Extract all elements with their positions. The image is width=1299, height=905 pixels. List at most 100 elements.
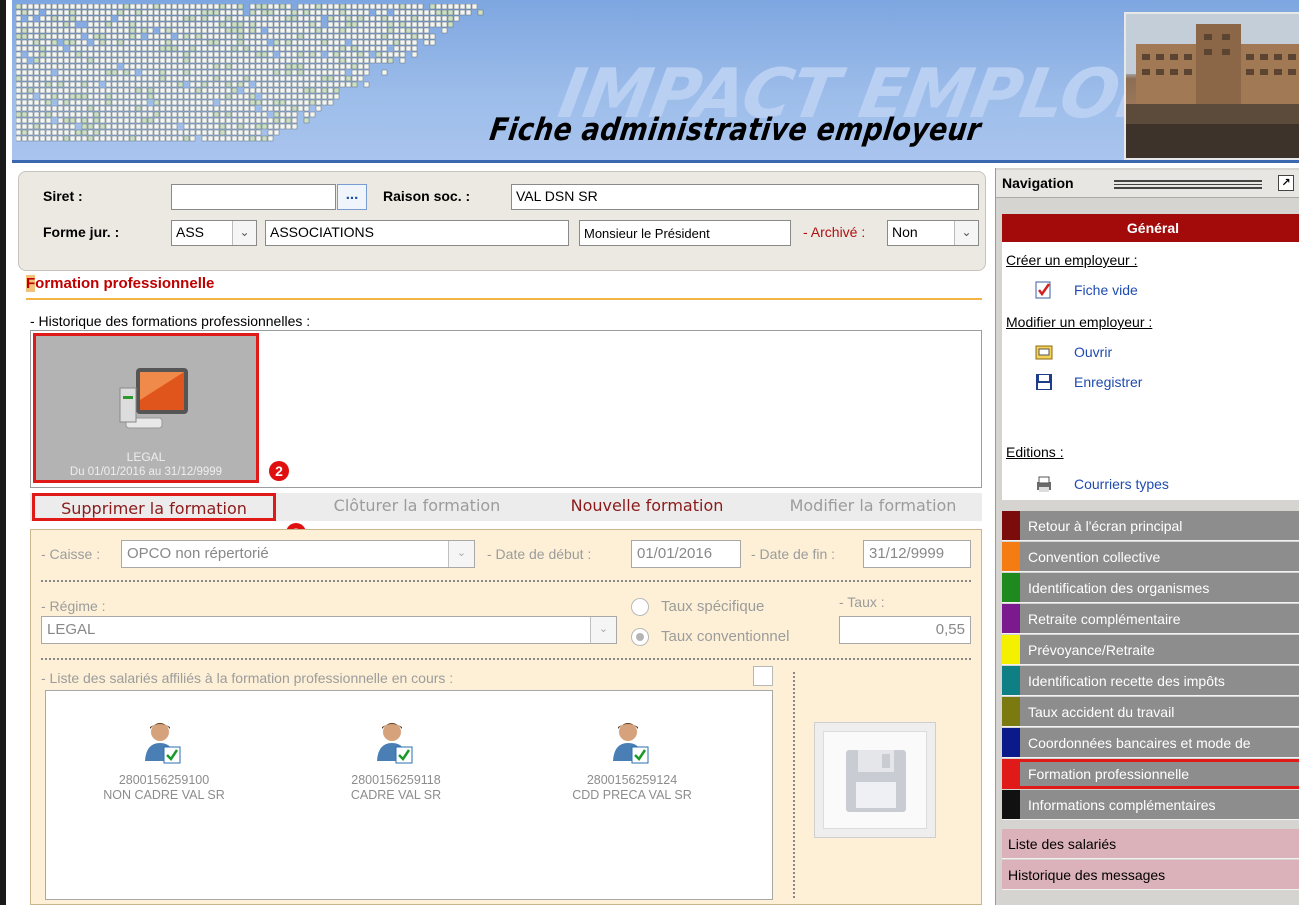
date-debut-input[interactable]: 01/01/2016	[631, 540, 741, 568]
color-swatch	[1002, 604, 1020, 633]
raison-label: Raison soc. :	[383, 188, 471, 204]
forme-label-input[interactable]: ASSOCIATIONS	[265, 220, 569, 246]
save-icon	[1036, 374, 1052, 390]
nav-item-label: Identification des organismes	[1028, 580, 1210, 596]
fiche-vide-link[interactable]: Fiche vide	[1074, 282, 1138, 298]
taux-specifique-radio[interactable]	[631, 598, 649, 616]
color-swatch	[1002, 635, 1020, 664]
enregistrer-link[interactable]: Enregistrer	[1074, 374, 1142, 390]
pin-icon[interactable]: ↗	[1278, 175, 1294, 191]
create-employer-label: Créer un employeur :	[1006, 252, 1138, 268]
delete-formation-button[interactable]: Supprimer la formation	[32, 493, 276, 521]
nav-item-label: Retour à l'écran principal	[1028, 518, 1183, 534]
section-title: Formation professionnelle	[26, 275, 215, 292]
nav-item-convention[interactable]: Convention collective	[1002, 542, 1299, 572]
employee-name: NON CADRE VAL SR	[103, 788, 225, 802]
forme-code-select[interactable]: ASS ⌄	[171, 220, 257, 246]
regime-value: LEGAL	[47, 621, 96, 638]
siret-input[interactable]	[171, 184, 336, 210]
employer-identity-form: Siret : ... Raison soc. : VAL DSN SR For…	[18, 171, 986, 271]
chevron-down-icon[interactable]: ⌄	[448, 541, 474, 567]
employees-list: 2800156259100 NON CADRE VAL SR 280015625…	[45, 690, 773, 900]
regime-select[interactable]: LEGAL ⌄	[41, 616, 617, 644]
chevron-down-icon[interactable]: ⌄	[232, 221, 256, 245]
color-swatch	[1005, 762, 1020, 786]
employee-id: 2800156259124	[586, 773, 678, 787]
formation-tile-name: LEGAL	[126, 450, 166, 464]
employee-item[interactable]: 2800156259118 CADRE VAL SR	[296, 721, 496, 803]
color-swatch	[1002, 511, 1020, 540]
chevron-down-icon[interactable]: ⌄	[954, 221, 978, 245]
blank-form-icon	[1035, 281, 1051, 299]
color-swatch	[1002, 573, 1020, 602]
pixel-mosaic-logo	[16, 4, 484, 142]
nav-item-retraite[interactable]: Retraite complémentaire	[1002, 604, 1299, 634]
archive-select[interactable]: Non ⌄	[887, 220, 979, 246]
formation-tile[interactable]: LEGAL Du 01/01/2016 au 31/12/9999	[33, 333, 259, 483]
nav-item-coordonnees[interactable]: Coordonnées bancaires et mode de	[1002, 728, 1299, 758]
color-swatch	[1002, 697, 1020, 726]
civility-input[interactable]: Monsieur le Président	[579, 220, 791, 246]
editions-label: Editions :	[1006, 444, 1064, 460]
nav-historique-messages[interactable]: Historique des messages	[1002, 860, 1299, 890]
dotted-separator	[41, 580, 971, 582]
section-divider	[26, 298, 982, 300]
select-all-checkbox[interactable]	[753, 666, 773, 686]
monitor-icon	[119, 368, 188, 429]
user-icon	[145, 723, 181, 764]
general-section-header[interactable]: Général	[1002, 214, 1299, 242]
employee-id: 2800156259118	[351, 773, 441, 787]
nav-item-formation[interactable]: Formation professionnelle	[1002, 759, 1299, 789]
taux-input[interactable]: 0,55	[839, 616, 971, 644]
date-fin-label: - Date de fin :	[751, 546, 836, 562]
nav-item-retour[interactable]: Retour à l'écran principal	[1002, 511, 1299, 541]
color-swatch	[1002, 542, 1020, 571]
page-title: Fiche administrative employeur	[487, 112, 984, 148]
navigation-header: Navigation ↗	[996, 170, 1299, 198]
caisse-select[interactable]: OPCO non répertorié ⌄	[121, 540, 475, 568]
nav-liste-salaries[interactable]: Liste des salariés	[1002, 829, 1299, 859]
nav-item-label: Taux accident du travail	[1028, 704, 1175, 720]
nav-item-label: Identification recette des impôts	[1028, 673, 1225, 689]
employees-label: - Liste des salariés affiliés à la forma…	[41, 670, 454, 686]
employee-item[interactable]: 2800156259124 CDD PRECA VAL SR	[532, 721, 732, 803]
color-swatch	[1002, 790, 1020, 819]
grip-lines-icon[interactable]	[1114, 180, 1262, 189]
navigation-panel: Navigation ↗ Général Créer un employeur …	[995, 168, 1299, 905]
modify-formation-button[interactable]: Modifier la formation	[764, 493, 982, 521]
printer-icon	[1037, 476, 1051, 492]
vertical-dotted-separator	[793, 672, 795, 898]
color-swatch	[1002, 728, 1020, 757]
regime-label: - Régime :	[41, 598, 106, 614]
employee-item[interactable]: 2800156259100 NON CADRE VAL SR	[64, 721, 264, 803]
nav-item-accident[interactable]: Taux accident du travail	[1002, 697, 1299, 727]
new-formation-button[interactable]: Nouvelle formation	[542, 493, 752, 521]
building-photo	[1124, 12, 1299, 160]
history-label: - Historique des formations professionne…	[30, 313, 311, 329]
taux-conventionnel-radio[interactable]	[631, 628, 649, 646]
formation-details-panel: - Caisse : OPCO non répertorié ⌄ - Date …	[30, 529, 982, 905]
nav-item-informations[interactable]: Informations complémentaires	[1002, 790, 1299, 820]
user-icon	[613, 723, 649, 764]
taux-specifique-label: Taux spécifique	[661, 598, 765, 615]
modify-employer-label: Modifier un employeur :	[1006, 314, 1153, 330]
forme-label: Forme jur. :	[43, 224, 120, 240]
raison-sociale-input[interactable]: VAL DSN SR	[511, 184, 979, 210]
ouvrir-link[interactable]: Ouvrir	[1074, 344, 1112, 360]
save-employees-button[interactable]	[814, 722, 936, 838]
taux-conventionnel-label: Taux conventionnel	[661, 628, 790, 645]
close-formation-button[interactable]: Clôturer la formation	[292, 493, 542, 521]
date-fin-input[interactable]: 31/12/9999	[863, 540, 971, 568]
open-folder-icon	[1035, 345, 1053, 360]
employee-name: CDD PRECA VAL SR	[572, 788, 692, 802]
employee-name: CADRE VAL SR	[350, 788, 442, 802]
nav-item-organismes[interactable]: Identification des organismes	[1002, 573, 1299, 603]
siret-search-button[interactable]: ...	[337, 184, 367, 210]
nav-item-label: Convention collective	[1028, 549, 1161, 565]
chevron-down-icon[interactable]: ⌄	[590, 617, 616, 643]
forme-code-value: ASS	[176, 224, 205, 240]
taux-label: - Taux :	[839, 594, 885, 610]
courriers-types-link[interactable]: Courriers types	[1074, 476, 1169, 492]
nav-item-recette-impots[interactable]: Identification recette des impôts	[1002, 666, 1299, 696]
nav-item-prevoyance[interactable]: Prévoyance/Retraite	[1002, 635, 1299, 665]
